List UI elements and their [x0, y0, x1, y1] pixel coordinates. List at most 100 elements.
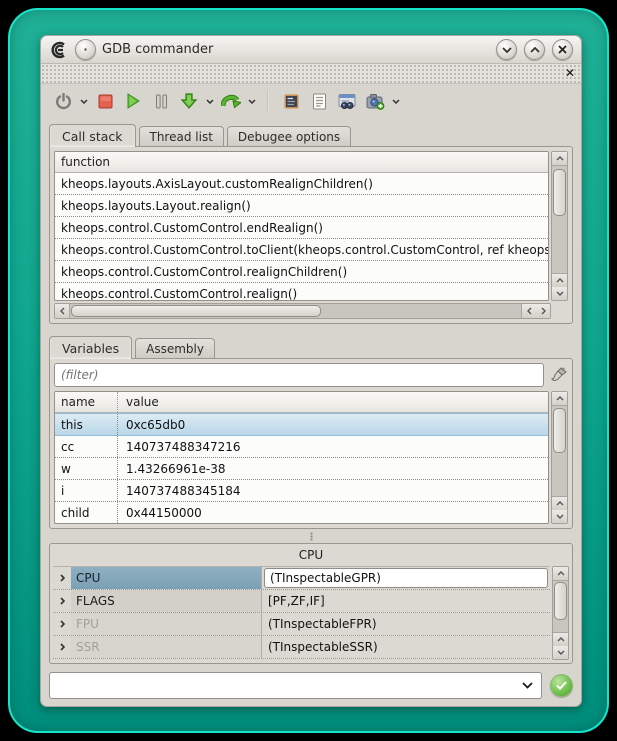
scroll-track[interactable] [552, 406, 567, 496]
tab-variables[interactable]: Variables [49, 336, 132, 359]
tab-debugee-options[interactable]: Debugee options [227, 126, 351, 146]
stack-tabbar: Call stack Thread list Debugee options [49, 122, 573, 146]
titlebar[interactable]: GDB commander [41, 36, 581, 64]
cpu-row-flags[interactable]: FLAGS [PF,ZF,IF] [53, 590, 550, 613]
call-stack-list[interactable]: function kheops.layouts.AxisLayout.custo… [54, 151, 549, 301]
command-combobox[interactable] [49, 672, 542, 699]
scroll-up-button2[interactable] [552, 496, 567, 510]
power-dropdown[interactable] [79, 89, 89, 113]
variable-row-i[interactable]: i 140737488345184 [55, 480, 548, 502]
dock-content: Call stack Thread list Debugee options f… [41, 118, 581, 706]
variable-row-w[interactable]: w 1.43266961e-38 [55, 458, 548, 480]
dock-handle[interactable]: ✕ [41, 64, 581, 84]
app-logo-icon [49, 41, 69, 59]
variable-row-this[interactable]: this 0xc65db0 [55, 413, 548, 436]
variables-vscrollbar[interactable] [551, 391, 568, 524]
cpu-vscrollbar[interactable] [552, 566, 569, 660]
scroll-right-button[interactable] [536, 304, 550, 318]
stop-button[interactable] [93, 89, 117, 113]
log-view-button[interactable] [307, 89, 331, 113]
window-menu-button[interactable] [75, 39, 96, 60]
scroll-track[interactable] [553, 581, 568, 632]
variable-row-cc[interactable]: cc 140737488347216 [55, 436, 548, 458]
filter-input[interactable] [54, 363, 544, 387]
chevron-down-icon [206, 99, 214, 104]
call-stack-hscrollbar[interactable] [54, 303, 551, 319]
log-view-icon [312, 93, 327, 110]
tab-thread-list[interactable]: Thread list [139, 126, 224, 146]
chevron-right-icon [541, 307, 546, 315]
step-over-button[interactable] [219, 89, 243, 113]
memory-view-icon [283, 93, 300, 110]
variables-table[interactable]: name value this 0xc65db0 cc 140737488347… [54, 391, 549, 524]
chevron-up-icon [530, 47, 540, 53]
close-button[interactable] [552, 39, 573, 60]
stack-frame-row[interactable]: kheops.control.CustomControl.toClient(kh… [55, 239, 548, 261]
scroll-down-button[interactable] [552, 510, 567, 523]
watch-window-button[interactable] [335, 89, 359, 113]
expand-arrow-icon[interactable] [53, 613, 71, 635]
step-over-dropdown[interactable] [247, 89, 257, 113]
scroll-up-button[interactable] [552, 152, 567, 166]
chevron-down-icon [502, 47, 512, 53]
pause-button[interactable] [149, 89, 173, 113]
scroll-left-button2[interactable] [521, 304, 536, 318]
scroll-down-button[interactable] [552, 287, 567, 300]
chevron-down-icon [556, 291, 564, 296]
call-stack-vscrollbar[interactable] [551, 151, 568, 301]
scroll-thumb[interactable] [554, 582, 567, 620]
scroll-up-button2[interactable] [552, 273, 567, 287]
stack-frame-row[interactable]: kheops.layouts.Layout.realign() [55, 195, 548, 217]
chevron-down-icon [522, 682, 533, 689]
stack-frame-row[interactable]: kheops.control.CustomControl.endRealign(… [55, 217, 548, 239]
scroll-up-button[interactable] [553, 567, 568, 581]
expand-arrow-icon[interactable] [53, 567, 71, 589]
watch-window-icon [338, 93, 356, 110]
expand-arrow-icon[interactable] [53, 590, 71, 612]
cpu-row-fpu[interactable]: FPU (TInspectableFPR) [53, 613, 550, 636]
command-row [49, 672, 573, 699]
scroll-track[interactable] [70, 304, 521, 318]
scroll-left-button[interactable] [55, 304, 70, 318]
step-into-dropdown[interactable] [205, 89, 215, 113]
value-column-header[interactable]: value [126, 395, 159, 409]
variable-row-child[interactable]: child 0x44150000 [55, 502, 548, 524]
snapshot-add-icon [366, 93, 385, 110]
power-button[interactable] [51, 89, 75, 113]
shade-button[interactable] [496, 39, 517, 60]
run-button[interactable] [121, 89, 145, 113]
chevron-up-icon [556, 278, 564, 283]
scroll-down-button[interactable] [553, 646, 568, 659]
cpu-row-ssr[interactable]: SSR (TInspectableSSR) [53, 636, 550, 659]
scroll-up-button[interactable] [552, 392, 567, 406]
run-icon [126, 93, 141, 109]
scroll-thumb[interactable] [553, 169, 566, 216]
chevron-down-icon [80, 99, 88, 104]
scroll-thumb[interactable] [553, 408, 566, 453]
stack-frame-row[interactable]: kheops.layouts.AxisLayout.customRealignC… [55, 173, 548, 195]
scroll-up-button2[interactable] [553, 632, 568, 646]
name-column-header[interactable]: name [61, 392, 118, 412]
call-stack-page: function kheops.layouts.AxisLayout.custo… [49, 146, 573, 324]
cpu-value-editor[interactable]: (TInspectableGPR) [264, 568, 548, 588]
cpu-register-tree[interactable]: CPU (TInspectableGPR) FLAGS [PF,ZF,IF] [53, 566, 550, 660]
expand-arrow-icon[interactable] [53, 636, 71, 658]
dock-close-icon[interactable]: ✕ [565, 65, 575, 82]
stack-frame-row[interactable]: kheops.control.CustomControl.realign() [55, 283, 548, 301]
execute-command-button[interactable] [550, 674, 573, 697]
chevron-down-icon [248, 99, 256, 104]
chevron-down-icon [392, 99, 400, 104]
step-into-button[interactable] [177, 89, 201, 113]
unshade-button[interactable] [524, 39, 545, 60]
cpu-row-cpu[interactable]: CPU (TInspectableGPR) [53, 567, 550, 590]
stack-frame-row[interactable]: kheops.control.CustomControl.realignChil… [55, 261, 548, 283]
scroll-track[interactable] [552, 166, 567, 273]
scroll-thumb[interactable] [71, 305, 321, 317]
splitter-handle[interactable] [49, 529, 573, 543]
snapshot-add-button[interactable] [363, 89, 387, 113]
clear-filter-brush-icon[interactable] [550, 366, 568, 384]
memory-view-button[interactable] [279, 89, 303, 113]
tab-call-stack[interactable]: Call stack [49, 124, 136, 147]
tab-assembly[interactable]: Assembly [135, 338, 215, 358]
snapshot-dropdown[interactable] [391, 89, 401, 113]
